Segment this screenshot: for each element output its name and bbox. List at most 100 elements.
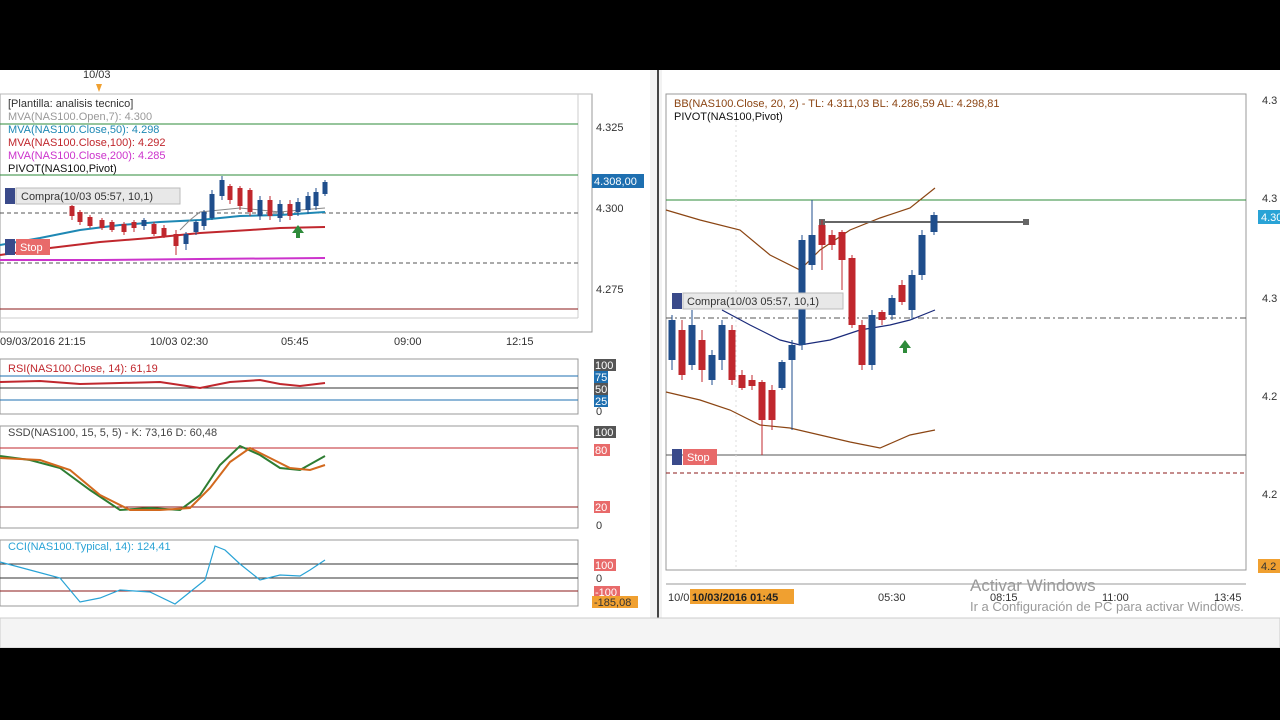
candle-body [828, 235, 836, 245]
windows-watermark-title: Activar Windows [970, 576, 1096, 595]
candle-body [121, 224, 127, 232]
cci-value-tag: -185,08 [594, 597, 631, 609]
ssd-tick: 100 [595, 427, 613, 439]
price-tick: 4.300 [596, 203, 624, 215]
candle-body [838, 232, 846, 260]
stochastic-panel[interactable]: SSD(NAS100, 15, 5, 5) - K: 73,16 D: 60,4… [0, 425, 616, 532]
candle-body [768, 390, 776, 420]
time-tick: 10/0 [668, 592, 689, 604]
svg-text:Stop: Stop [20, 242, 43, 254]
legend-mva100: MVA(NAS100.Close,100): 4.292 [8, 137, 166, 149]
price-tick: 4.3 [1262, 193, 1277, 205]
candle-body [930, 215, 938, 232]
candle-body [69, 206, 75, 216]
candle-body [277, 204, 283, 218]
candle-body [151, 224, 157, 234]
candle-body [247, 190, 253, 212]
candle-body [257, 200, 263, 216]
candle-body [668, 320, 676, 360]
candle-body [878, 312, 886, 320]
status-bar [0, 617, 1280, 648]
cci-title: CCI(NAS100.Typical, 14): 124,41 [8, 541, 171, 553]
candle-body [77, 212, 83, 222]
panel-splitter[interactable] [650, 70, 662, 618]
candle-body [758, 382, 766, 420]
candle-body [237, 188, 243, 206]
rsi-panel[interactable]: RSI(NAS100.Close, 14): 61,19 100 75 50 2… [0, 358, 616, 418]
legend-mva50: MVA(NAS100.Close,50): 4.298 [8, 124, 159, 136]
date-marker: 10/03 [83, 70, 111, 81]
legend-mva200: MVA(NAS100.Close,200): 4.285 [8, 150, 166, 162]
windows-watermark-subtitle: Ir a Configuración de PC para activar Wi… [970, 599, 1244, 614]
price-tick: 4.2 [1262, 489, 1277, 501]
candle-body [898, 285, 906, 302]
candle-body [688, 325, 696, 365]
candle-body [219, 180, 225, 196]
candle-body [848, 258, 856, 325]
candle-body [888, 298, 896, 315]
candle-body [183, 234, 189, 244]
stop-order-label[interactable]: Stop [672, 449, 717, 465]
trading-platform-screen: 10/03 4.325 4.300 4.275 4.308,00 [Planti… [0, 70, 1280, 648]
legend-mva7: MVA(NAS100.Open,7): 4.300 [8, 111, 152, 123]
ssd-tick: 0 [596, 520, 602, 532]
rsi-title: RSI(NAS100.Close, 14): 61,19 [8, 363, 158, 375]
candle-body [87, 217, 93, 226]
price-tick: 4.275 [596, 284, 624, 296]
candle-body [918, 235, 926, 275]
candle-body [267, 200, 273, 216]
buy-order-label[interactable]: Compra(10/03 05:57, 10,1) [672, 292, 844, 310]
charts-canvas: 10/03 4.325 4.300 4.275 4.308,00 [Planti… [0, 70, 1280, 648]
rsi-tick: 100 [595, 360, 613, 372]
candle-body [201, 212, 207, 226]
candle-body [173, 234, 179, 246]
candle-body [99, 220, 105, 228]
candle-body [305, 196, 311, 210]
time-tick: 12:15 [506, 336, 534, 348]
price-tag-text: 4.308,00 [594, 176, 637, 188]
price-tick: 4.2 [1262, 391, 1277, 403]
candle-body [808, 235, 816, 265]
legend-pivot: PIVOT(NAS100,Pivot) [8, 163, 117, 175]
price-tick: 4.325 [596, 122, 624, 134]
candle-body [131, 222, 137, 228]
candle-body [818, 225, 826, 245]
ssd-tick: 80 [595, 445, 607, 457]
candle-body [141, 220, 147, 226]
cci-panel[interactable]: CCI(NAS100.Typical, 14): 124,41 100 0 -1… [0, 539, 638, 609]
price-tick: 4.3 [1262, 95, 1277, 107]
left-main-chart[interactable]: 10/03 4.325 4.300 4.275 4.308,00 [Planti… [0, 70, 644, 348]
candle-body [322, 182, 328, 194]
candle-body [161, 228, 167, 236]
svg-text:Compra(10/03 05:57, 10,1): Compra(10/03 05:57, 10,1) [687, 296, 819, 308]
candle-body [728, 330, 736, 380]
candle-body [908, 275, 916, 310]
candle-body [788, 345, 796, 360]
candle-body [209, 194, 215, 218]
candle-body [313, 192, 319, 206]
ssd-tick: 20 [595, 502, 607, 514]
candle-body [678, 330, 686, 375]
stop-order-label[interactable]: Stop [5, 239, 50, 255]
time-tick: 05:30 [878, 592, 906, 604]
candle-body [109, 222, 115, 230]
price-tick: 4.3 [1262, 293, 1277, 305]
candle-body [698, 340, 706, 370]
svg-text:Stop: Stop [687, 452, 710, 464]
candle-body [748, 380, 756, 386]
candle-body [708, 355, 716, 380]
time-tick: 05:45 [281, 336, 309, 348]
right-main-chart[interactable]: BB(NAS100.Close, 20, 2) - TL: 4.311,03 B… [665, 93, 1280, 604]
time-tick: 09:00 [394, 336, 422, 348]
candle-body [193, 222, 199, 232]
price-tag: 4.30 [1261, 212, 1280, 224]
legend-template: [Plantilla: analisis tecnico] [8, 98, 133, 110]
bb-legend: BB(NAS100.Close, 20, 2) - TL: 4.311,03 B… [674, 98, 1000, 110]
buy-order-label[interactable]: Compra(10/03 05:57, 10,1) [5, 187, 181, 205]
time-tick: 10/03 02:30 [150, 336, 208, 348]
candle-body [738, 375, 746, 388]
svg-text:Compra(10/03 05:57, 10,1): Compra(10/03 05:57, 10,1) [21, 191, 153, 203]
candle-body [858, 325, 866, 365]
pivot-legend: PIVOT(NAS100,Pivot) [674, 111, 783, 123]
candle-body [227, 186, 233, 200]
